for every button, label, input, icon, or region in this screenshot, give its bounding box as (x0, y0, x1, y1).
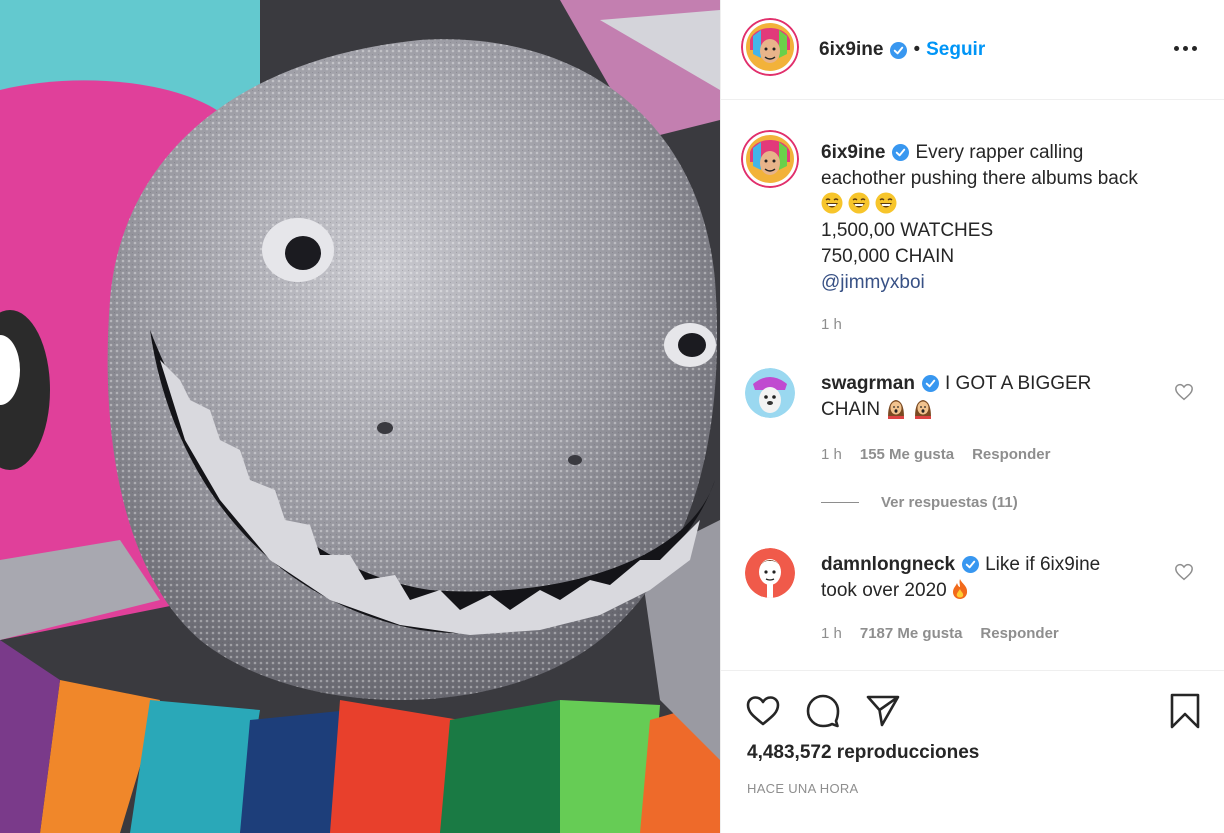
verified-badge-icon (890, 41, 908, 59)
comment-time[interactable]: 1 h (821, 446, 842, 463)
caption-username[interactable]: 6ix9ine (821, 142, 885, 163)
fire-emoji-icon (949, 578, 971, 600)
comment-likes[interactable]: 7187 Me gusta (860, 625, 963, 642)
comment-meta: 1 h 7187 Me gusta Responder (821, 625, 1059, 642)
laughing-emoji-icon (848, 192, 870, 214)
post-actions-bar: 4,483,572 reproducciones HACE UNA HORA (721, 670, 1224, 833)
comment-icon[interactable] (803, 691, 843, 731)
view-replies-button[interactable]: Ver respuestas (11) (821, 494, 1018, 511)
bookmark-icon[interactable] (1165, 691, 1205, 731)
comment-avatar-damnlongneck[interactable] (745, 548, 795, 598)
verified-badge-icon (892, 144, 910, 162)
caption-text-1: Every rapper calling (915, 142, 1084, 163)
comment-time[interactable]: 1 h (821, 625, 842, 642)
author-line: 6ix9ine • Seguir (819, 38, 985, 62)
comment-likes[interactable]: 155 Me gusta (860, 446, 954, 463)
caption-mention-link[interactable]: @jimmyxboi (821, 270, 1201, 296)
caption-author-avatar[interactable] (741, 130, 799, 188)
laughing-emoji-icon (875, 192, 897, 214)
caption-text-4: 750,000 CHAIN (821, 246, 955, 267)
woman-emoji-icon (912, 397, 934, 419)
verified-badge-icon (962, 556, 980, 574)
more-options-icon[interactable] (1172, 36, 1200, 60)
shark-chain-image (0, 0, 720, 833)
comment-text-1: Like if 6ix9ine (985, 554, 1101, 575)
comment-text-1: I GOT A BIGGER (944, 373, 1092, 394)
comment-like-heart-icon[interactable] (1174, 563, 1194, 581)
comment-body: damnlongneck Like if 6ix9ine took over 20… (821, 552, 1151, 604)
verified-badge-icon (921, 375, 939, 393)
author-username[interactable]: 6ix9ine (819, 39, 883, 61)
comment-text-2: CHAIN (821, 399, 881, 420)
woman-emoji-icon (885, 397, 907, 419)
post-caption: 6ix9ine Every rapper calling eachother pu… (821, 140, 1201, 296)
post-date[interactable]: HACE UNA HORA (747, 781, 859, 796)
share-icon[interactable] (863, 691, 903, 731)
follow-button[interactable]: Seguir (926, 39, 985, 61)
comment-meta: 1 h 155 Me gusta Responder (821, 446, 1050, 463)
heart-icon[interactable] (743, 691, 783, 731)
caption-emojis (821, 192, 1201, 218)
reply-button[interactable]: Responder (972, 446, 1050, 463)
caption-text-3: 1,500,00 WATCHES (821, 220, 994, 241)
post-side-panel: 6ix9ine • Seguir 6ix9ine Every rapper cal… (720, 0, 1224, 833)
post-video[interactable] (0, 0, 720, 833)
caption-first-line: 6ix9ine Every rapper calling (821, 140, 1201, 166)
caption-text-2: eachother pushing there albums back (821, 168, 1138, 189)
laughing-emoji-icon (821, 192, 843, 214)
view-count[interactable]: 4,483,572 reproducciones (747, 742, 979, 764)
replies-divider (821, 502, 859, 503)
comment-username[interactable]: swagrman (821, 373, 915, 394)
author-avatar[interactable] (741, 18, 799, 76)
view-replies-label: Ver respuestas (11) (881, 494, 1018, 511)
reply-button[interactable]: Responder (980, 625, 1058, 642)
separator-dot: • (913, 39, 921, 60)
post-header: 6ix9ine • Seguir (721, 0, 1224, 100)
comment-avatar-swagrman[interactable] (745, 368, 795, 418)
comment-text-2: took over 2020 (821, 580, 947, 601)
comment-body: swagrman I GOT A BIGGER CHAIN (821, 371, 1151, 423)
comment-username[interactable]: damnlongneck (821, 554, 955, 575)
comment-like-heart-icon[interactable] (1174, 383, 1194, 401)
caption-time[interactable]: 1 h (821, 316, 842, 333)
